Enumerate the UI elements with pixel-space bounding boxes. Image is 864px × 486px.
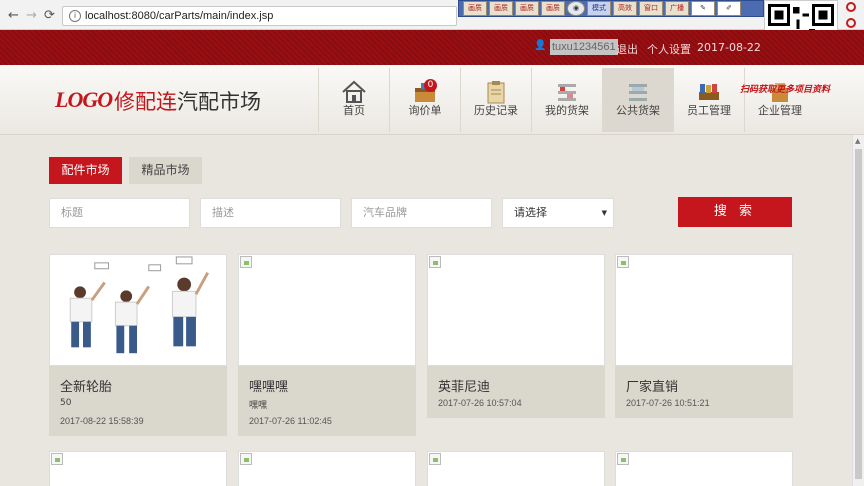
username[interactable]: tuxu1234561	[550, 39, 618, 55]
broken-image-icon	[240, 453, 252, 465]
tab-parts-market[interactable]: 配件市场	[49, 157, 122, 184]
reload-icon[interactable]: ⟳	[44, 8, 55, 23]
public-shelf-icon	[629, 84, 647, 101]
product-image	[427, 451, 605, 486]
product-card[interactable]	[49, 451, 227, 486]
broken-image-icon	[617, 256, 629, 268]
current-date: 2017-08-22	[697, 41, 761, 54]
description-input[interactable]: 描述	[200, 198, 341, 228]
brand-highlight: 修配连	[114, 90, 177, 114]
product-title: 嘿嘿嘿	[249, 380, 289, 395]
nav-label: 历史记录	[474, 104, 518, 117]
product-info: 厂家直销 2017-07-26 10:51:21	[615, 366, 793, 418]
nav-label: 企业管理	[758, 104, 802, 117]
broken-image-icon	[240, 256, 252, 268]
jumping-people-photo	[50, 255, 226, 365]
record-dot-icon	[846, 2, 856, 12]
toolbar-quality-icon[interactable]: 画质	[541, 1, 565, 16]
product-image	[238, 254, 416, 366]
product-title: 厂家直销	[626, 380, 679, 395]
toolbar-brush-icon[interactable]: ✐	[717, 1, 741, 16]
nav-history[interactable]: 历史记录	[460, 68, 531, 132]
brand-rest: 汽配市场	[177, 90, 261, 114]
product-image	[49, 254, 227, 366]
home-icon	[342, 80, 366, 103]
product-image	[615, 451, 793, 486]
car-brand-input[interactable]: 汽车品牌	[351, 198, 492, 228]
product-info: 全新轮胎 50 2017-08-22 15:58:39	[49, 366, 227, 436]
address-bar[interactable]: i localhost:8080/carParts/main/index.jsp	[62, 6, 457, 26]
nav-inquiry[interactable]: 询价单	[389, 68, 460, 132]
nav-label: 公共货架	[616, 104, 660, 117]
nav-home[interactable]: 首页	[318, 68, 389, 132]
toolbar-quality-icon[interactable]: 画质	[515, 1, 539, 16]
nav-label: 我的货架	[545, 104, 589, 117]
toolbar-quality-icon[interactable]: 画质	[489, 1, 513, 16]
product-title: 英菲尼迪	[438, 380, 491, 395]
product-image	[49, 451, 227, 486]
product-image	[427, 254, 605, 366]
logout-link[interactable]: 退出	[616, 41, 638, 57]
nav-enterprise[interactable]: 企业管理	[744, 68, 815, 132]
nav-label: 员工管理	[687, 104, 731, 117]
record-dot-icon	[846, 18, 856, 28]
search-button[interactable]: 搜 索	[678, 197, 792, 227]
page-scrollbar[interactable]: ▲	[852, 135, 864, 486]
product-title: 全新轮胎	[60, 380, 113, 395]
brand-title: 修配连汽配市场	[114, 86, 261, 116]
broken-image-icon	[617, 453, 629, 465]
settings-link[interactable]: 个人设置	[647, 41, 691, 57]
product-desc: 50	[60, 398, 72, 408]
scroll-up-icon[interactable]: ▲	[855, 137, 860, 145]
product-card[interactable]	[238, 451, 416, 486]
product-time: 2017-08-22 15:58:39	[60, 416, 144, 426]
url-text: localhost:8080/carParts/main/index.jsp	[85, 10, 274, 22]
nav-label: 首页	[343, 104, 365, 117]
product-card[interactable]	[615, 451, 793, 486]
nav-my-shelf[interactable]: 我的货架	[531, 68, 602, 132]
user-icon: 👤	[534, 40, 547, 51]
extension-toolbar: 画质 画质 画质 画质 ◉ 模式 高效 窗口 广播 ✎ ✐	[458, 0, 764, 17]
tab-premium-market[interactable]: 精品市场	[129, 157, 202, 184]
inquiry-count-badge: 0	[424, 79, 437, 92]
toolbar-mode-icon[interactable]: 模式	[587, 1, 611, 16]
logo[interactable]: LOGO	[55, 87, 113, 113]
nav-label: 询价单	[408, 104, 442, 117]
scrollbar-thumb[interactable]	[855, 149, 862, 479]
product-image	[615, 254, 793, 366]
broken-image-icon	[429, 256, 441, 268]
nav-staff[interactable]: 员工管理	[673, 68, 744, 132]
title-input[interactable]: 标题	[49, 198, 190, 228]
clipboard-icon	[487, 81, 505, 104]
nav-public-shelf[interactable]: 公共货架	[602, 68, 673, 132]
product-info: 英菲尼迪 2017-07-26 10:57:04	[427, 366, 605, 418]
toolbar-pen-icon[interactable]: ✎	[691, 1, 715, 16]
toolbar-quality-icon[interactable]: 画质	[463, 1, 487, 16]
shelf-icon	[558, 84, 576, 101]
toolbar-window-icon[interactable]: 窗口	[639, 1, 663, 16]
forward-arrow-icon[interactable]: →	[26, 8, 37, 23]
site-info-icon[interactable]: i	[69, 10, 81, 22]
back-arrow-icon[interactable]: ←	[8, 8, 19, 23]
product-time: 2017-07-26 10:51:21	[626, 398, 710, 408]
product-image	[238, 451, 416, 486]
promo-watermark: 扫码获取更多项目资料	[740, 85, 831, 95]
toolbar-record-icon[interactable]: ◉	[567, 1, 585, 16]
broken-image-icon	[51, 453, 63, 465]
select-value: 请选择	[514, 206, 547, 219]
books-icon	[699, 84, 719, 100]
product-desc: 嘿嘿	[249, 401, 268, 411]
chevron-down-icon: ▼	[601, 209, 607, 217]
product-time: 2017-07-26 10:57:04	[438, 398, 522, 408]
product-card[interactable]	[427, 451, 605, 486]
category-select[interactable]: 请选择 ▼	[502, 198, 614, 228]
product-time: 2017-07-26 11:02:45	[249, 416, 332, 426]
product-info: 嘿嘿嘿 嘿嘿 2017-07-26 11:02:45	[238, 366, 416, 436]
toolbar-efficient-icon[interactable]: 高效	[613, 1, 637, 16]
toolbar-broadcast-icon[interactable]: 广播	[665, 1, 689, 16]
broken-image-icon	[429, 453, 441, 465]
